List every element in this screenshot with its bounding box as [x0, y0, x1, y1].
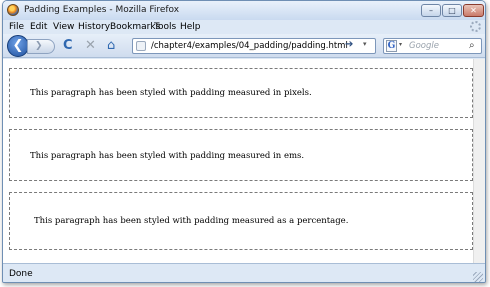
magnifier-icon[interactable]: ⌕	[469, 40, 475, 51]
padding-ems-box: This paragraph has been styled with padd…	[9, 129, 473, 181]
back-button[interactable]: ❮	[7, 35, 29, 57]
close-button[interactable]: ✕	[463, 4, 484, 17]
minimize-button[interactable]: –	[421, 4, 441, 17]
stop-icon[interactable]: ✕	[85, 39, 96, 53]
go-arrow-icon[interactable]: ➔	[345, 39, 353, 50]
status-text: Done	[9, 269, 33, 279]
search-input[interactable]: Google	[409, 41, 439, 51]
address-bar[interactable]: /chapter4/examples/04_padding/padding.ht…	[132, 38, 376, 54]
firefox-logo-icon	[7, 4, 19, 16]
menu-history[interactable]: History	[78, 22, 110, 32]
padding-percentage-box: This paragraph has been styled with padd…	[9, 192, 473, 250]
menu-bar: File Edit View History Bookmarks Tools H…	[3, 20, 485, 34]
menu-edit[interactable]: Edit	[30, 22, 47, 32]
resize-grip-icon[interactable]	[473, 272, 483, 282]
window-title: Padding Examples - Mozilla Firefox	[24, 5, 180, 15]
menu-file[interactable]: File	[9, 22, 24, 32]
status-bar: Done	[3, 263, 485, 282]
menu-help[interactable]: Help	[180, 22, 201, 32]
home-icon[interactable]: ⌂	[107, 39, 115, 53]
url-history-dropdown-icon[interactable]: ▾	[363, 40, 367, 48]
title-bar: Padding Examples - Mozilla Firefox – □ ✕	[3, 1, 485, 20]
menu-tools[interactable]: Tools	[154, 22, 176, 32]
engine-dropdown-icon[interactable]: ▾	[399, 41, 402, 48]
maximize-button[interactable]: □	[442, 4, 462, 17]
vertical-scrollbar[interactable]	[473, 59, 485, 263]
site-identity-icon[interactable]	[136, 41, 146, 51]
navigation-toolbar: ❮ ❯ C ✕ ⌂ /chapter4/examples/04_padding/…	[3, 34, 485, 58]
activity-throbber-icon	[470, 21, 481, 32]
paragraph-ems: This paragraph has been styled with padd…	[30, 151, 305, 161]
search-bar[interactable]: G ▾ Google ⌕	[383, 38, 482, 54]
paragraph-percentage: This paragraph has been styled with padd…	[34, 216, 349, 226]
menu-bookmarks[interactable]: Bookmarks	[110, 22, 160, 32]
paragraph-pixels: This paragraph has been styled with padd…	[30, 88, 312, 98]
page-content: This paragraph has been styled with padd…	[3, 59, 473, 263]
browser-window: Padding Examples - Mozilla Firefox – □ ✕…	[2, 0, 486, 283]
reload-icon[interactable]: C	[63, 39, 73, 53]
address-url[interactable]: /chapter4/examples/04_padding/padding.ht…	[151, 41, 348, 51]
menu-view[interactable]: View	[53, 22, 74, 32]
forward-button[interactable]: ❯	[27, 39, 55, 54]
padding-pixels-box: This paragraph has been styled with padd…	[9, 68, 473, 118]
google-engine-icon[interactable]: G	[386, 40, 397, 52]
